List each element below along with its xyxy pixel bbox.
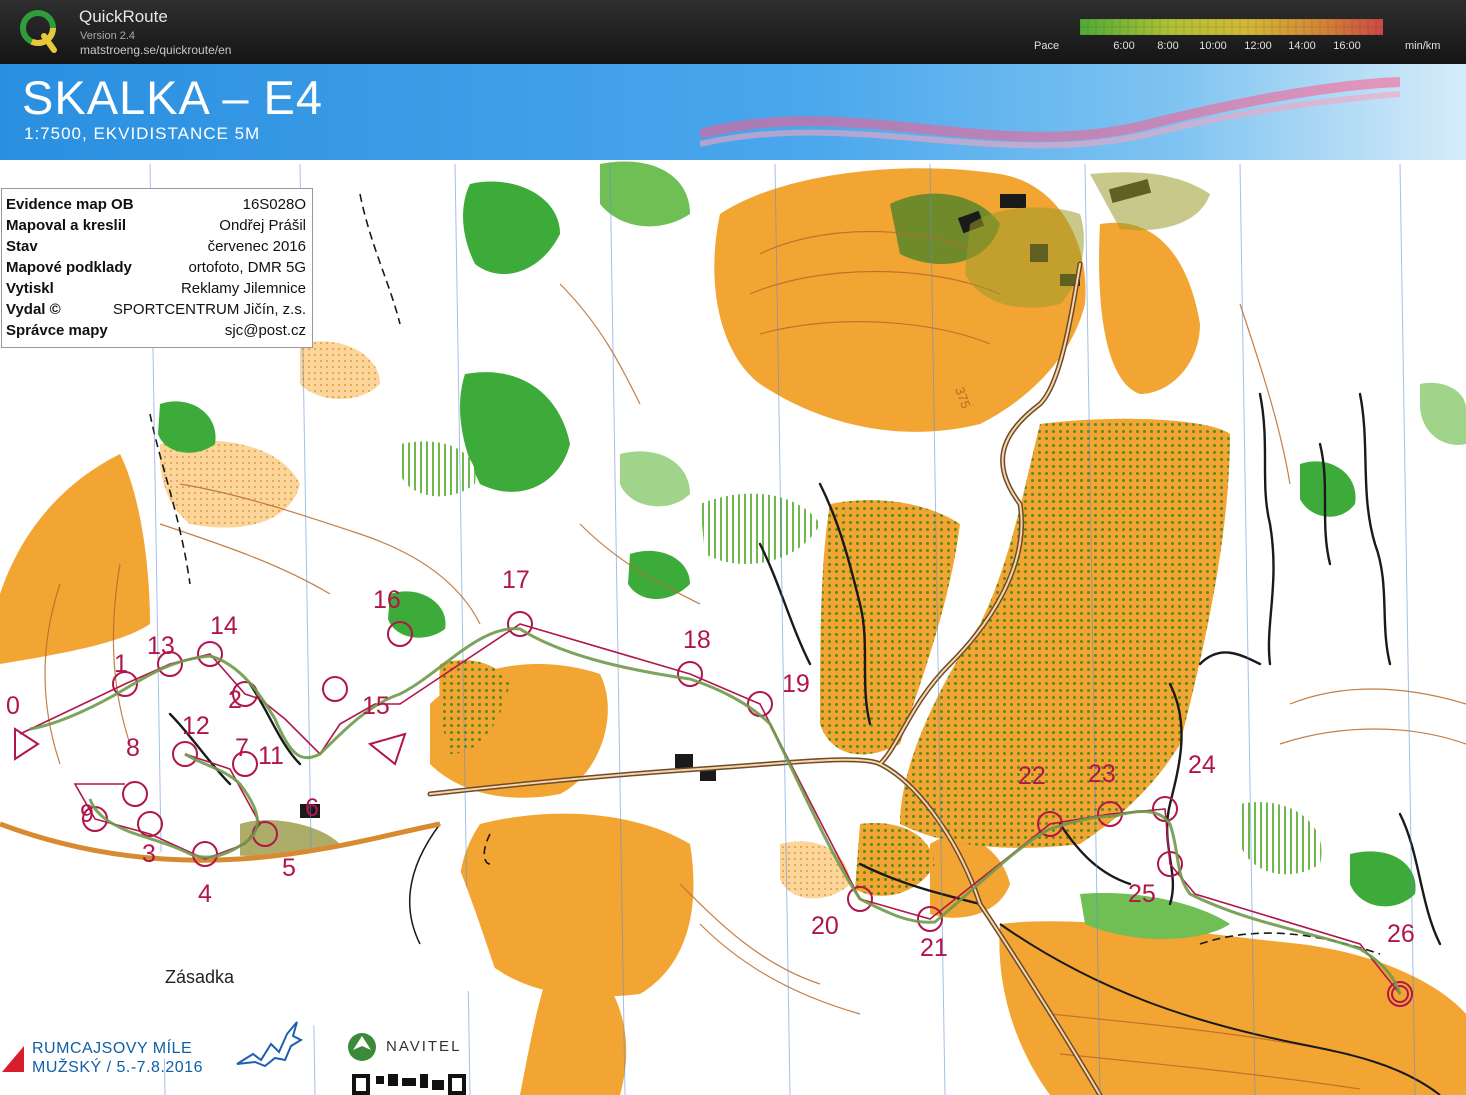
control-number[interactable]: 18: [683, 628, 711, 653]
pace-unit: min/km: [1405, 40, 1441, 52]
pace-tick: 14:00: [1288, 40, 1316, 52]
pace-tick: 12:00: [1244, 40, 1272, 52]
navitel-logo-icon: [348, 1033, 376, 1061]
control-number[interactable]: 25: [1128, 882, 1156, 907]
control-number[interactable]: 24: [1188, 753, 1216, 778]
header-bar: QuickRoute Version 2.4 matstroeng.se/qui…: [0, 0, 1466, 64]
legend-row: Správce mapy sjc@post.cz: [6, 322, 306, 342]
green-thicket: [158, 401, 216, 453]
legend-value: 16S028O: [242, 196, 306, 213]
undergrowth: [400, 441, 476, 497]
control-number[interactable]: 11: [258, 744, 284, 769]
green-thicket: [1240, 802, 1322, 875]
map-title-banner: SKALKA – E4 1:7500, EKVIDISTANCE 5M: [0, 64, 1466, 160]
control-number[interactable]: 12: [182, 714, 210, 739]
banner-swoosh: [700, 77, 1400, 149]
control-number[interactable]: 17: [502, 568, 530, 593]
control-number[interactable]: 8: [126, 736, 140, 761]
cultivated-field: [900, 418, 1230, 848]
settlement: [965, 207, 1084, 308]
orienteering-map[interactable]: 375 SKALKA – E4 1:7500, EKVIDISTANCE 5M …: [0, 64, 1466, 1095]
legend-key: Stav: [6, 238, 38, 255]
pace-label: Pace: [1034, 40, 1060, 52]
control-number[interactable]: 23: [1088, 762, 1116, 787]
pace-tick: 6:00: [1113, 40, 1135, 52]
app-url[interactable]: matstroeng.se/quickroute/en: [80, 43, 231, 57]
map-info-box: Evidence map OB 16S028O Mapoval a kresli…: [1, 188, 313, 348]
control-number[interactable]: 13: [147, 634, 175, 659]
control-number[interactable]: 14: [210, 614, 238, 639]
event-name: RUMCAJSOVY MÍLE: [32, 1040, 193, 1057]
sponsor-name: NAVITEL: [386, 1038, 462, 1055]
legend-value: červenec 2016: [207, 238, 306, 255]
settlement: [1090, 172, 1210, 231]
app-name: QuickRoute: [79, 7, 168, 26]
control-number[interactable]: 26: [1387, 922, 1415, 947]
gps-route: [88, 752, 259, 859]
event-logo-icon: [2, 1046, 24, 1072]
legend-key: Mapoval a kreslil: [6, 217, 127, 234]
control-number[interactable]: 3: [142, 842, 156, 867]
green-thicket: [628, 550, 690, 599]
control-number[interactable]: 21: [920, 936, 948, 961]
open-field: [0, 454, 150, 664]
control-number[interactable]: 0: [6, 694, 20, 719]
pace-color-scale: [1080, 19, 1383, 35]
control-number[interactable]: 16: [373, 588, 401, 613]
quickroute-window: QuickRoute Version 2.4 matstroeng.se/qui…: [0, 0, 1466, 1095]
rough-open: [300, 341, 380, 399]
legend-value: sjc@post.cz: [224, 322, 306, 339]
legend-value: ortofoto, DMR 5G: [188, 259, 306, 276]
undergrowth: [1420, 382, 1466, 445]
legend-key: Vydal ©: [6, 301, 61, 318]
green-thicket: [1350, 851, 1416, 907]
pace-tick: 8:00: [1157, 40, 1179, 52]
control-number[interactable]: 9: [80, 802, 94, 827]
open-field: [1099, 222, 1200, 394]
legend-value: Reklamy Jilemnice: [180, 280, 306, 297]
control-number[interactable]: 2: [228, 688, 242, 713]
legend-key: Vytiskl: [6, 280, 54, 297]
map-scale: 1:7500, EKVIDISTANCE 5M: [24, 124, 261, 143]
rough-open: [780, 841, 850, 899]
legend-row: Evidence map OB 16S028O: [6, 196, 306, 216]
green-thicket: [460, 372, 570, 492]
map-title: SKALKA – E4: [22, 71, 324, 124]
legend-value: Ondřej Prášil: [219, 217, 306, 234]
control-number[interactable]: 7: [235, 736, 249, 761]
control-number[interactable]: 15: [362, 694, 390, 719]
legend-key: Správce mapy: [6, 322, 108, 339]
legend-row: Mapoval a kreslil Ondřej Prášil: [6, 217, 306, 237]
control-number[interactable]: 6: [305, 796, 319, 821]
control-number[interactable]: 5: [282, 856, 296, 881]
mountain-logo-icon: [236, 1021, 304, 1068]
qr-code-icon: [352, 1074, 466, 1095]
legend-row: Mapové podklady ortofoto, DMR 5G: [6, 259, 306, 279]
legend-row: Vydal © SPORTCENTRUM Jičín, z.s.: [6, 301, 306, 321]
green-thicket: [463, 181, 560, 274]
control-number[interactable]: 4: [198, 882, 212, 907]
pace-tick: 10:00: [1199, 40, 1227, 52]
legend-key: Mapové podklady: [6, 259, 132, 276]
place-name: Zásadka: [165, 967, 235, 987]
control-number[interactable]: 19: [782, 672, 810, 697]
quickroute-logo-icon: [20, 10, 57, 53]
cultivated-field: [855, 823, 935, 896]
undergrowth: [700, 493, 820, 564]
pace-tick: 16:00: [1333, 40, 1361, 52]
undergrowth: [620, 451, 690, 507]
green-thicket: [1300, 461, 1356, 517]
control-number[interactable]: 20: [811, 914, 839, 939]
event-date: MUŽSKÝ / 5.-7.8.2016: [32, 1059, 203, 1076]
app-version: Version 2.4: [80, 30, 136, 42]
legend-row: Vytiskl Reklamy Jilemnice: [6, 280, 306, 300]
control-number[interactable]: 22: [1018, 764, 1046, 789]
legend-row: Stav červenec 2016: [6, 238, 306, 258]
legend-key: Evidence map OB: [6, 196, 134, 213]
green-thicket: [600, 161, 690, 227]
legend-value: SPORTCENTRUM Jičín, z.s.: [112, 301, 306, 318]
control-number[interactable]: 1: [114, 652, 128, 677]
